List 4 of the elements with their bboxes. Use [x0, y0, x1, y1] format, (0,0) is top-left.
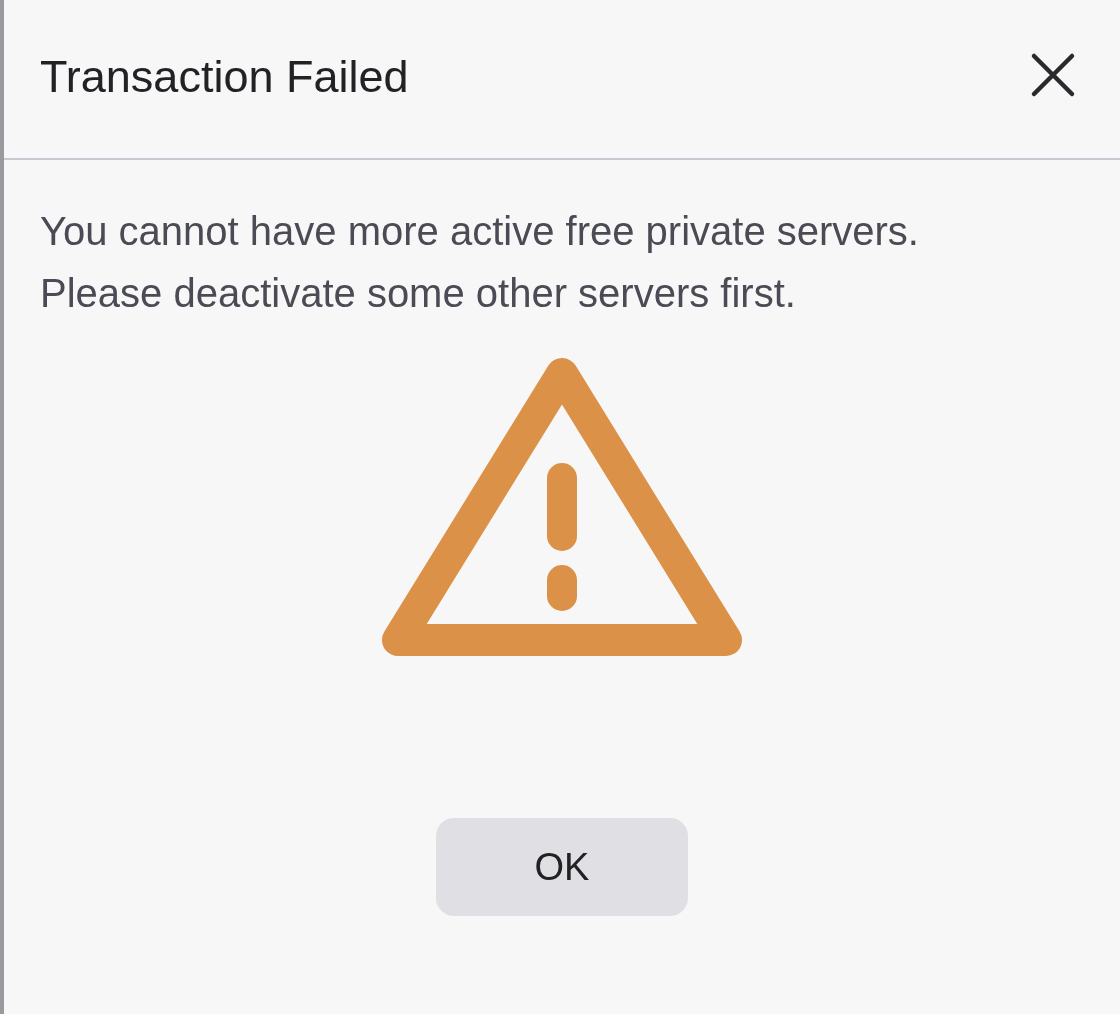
ok-button[interactable]: OK [436, 818, 688, 916]
dialog-title: Transaction Failed [40, 51, 409, 104]
error-message: You cannot have more active free private servers. Please deactivate some other servers first. [40, 208, 920, 317]
close-icon[interactable] [1030, 52, 1076, 98]
